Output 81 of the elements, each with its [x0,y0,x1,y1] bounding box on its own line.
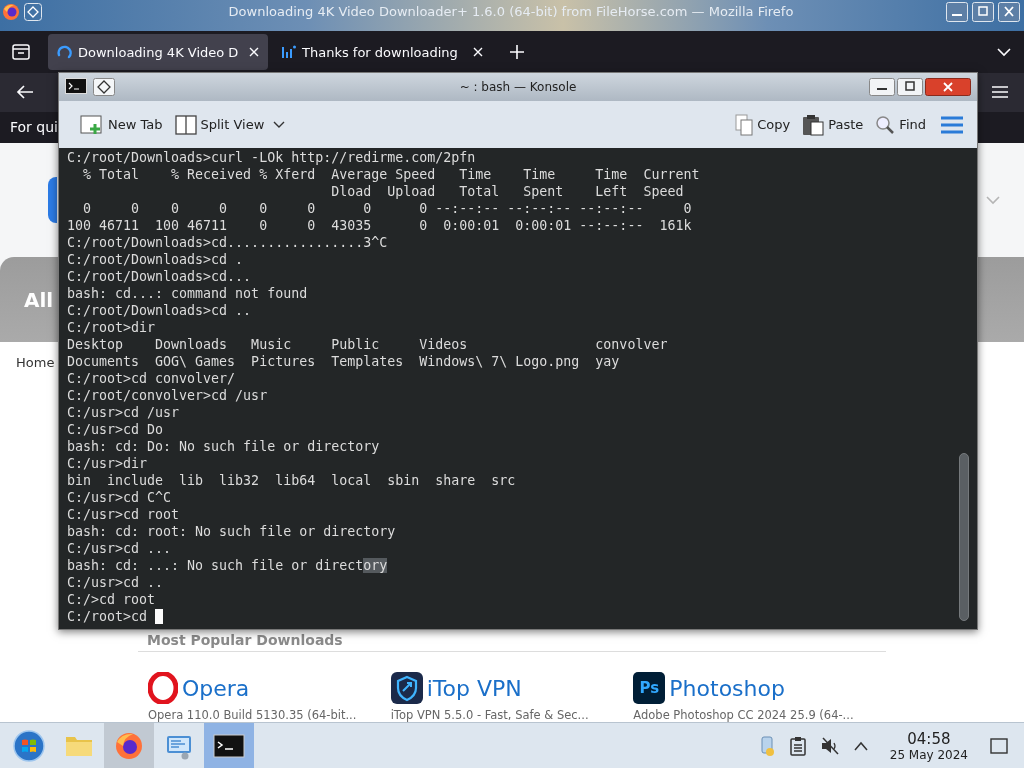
pin-icon[interactable] [93,78,115,96]
clock-date[interactable]: 25 May 2024 [889,747,968,762]
minimize-button[interactable] [869,78,895,96]
window-title: Downloading 4K Video Downloader+ 1.6.0 (64-bit) from FileHorse.com — Mozilla Firefo [227,4,795,20]
clipboard-icon[interactable] [789,735,806,756]
terminal-line: C:/usr>cd .. [67,574,165,591]
terminal-line: C:/root/Downloads>cd . [67,251,245,268]
terminal-line: C:/root/Downloads>curl -LOk http://redirme.com/2pfn [67,149,477,166]
terminal-line: 0 0 0 0 0 0 0 0 --:--:-- --:--:-- --:--:-- 0 [82,200,693,217]
menu-icon[interactable] [992,85,1008,100]
taskbar-button[interactable] [104,723,154,768]
chevron-down-icon[interactable] [273,120,286,129]
toolbar-button[interactable]: Split View [171,110,268,139]
terminal-line: C:/usr>cd /usr [67,404,181,421]
terminal-line: C:/usr>cd root [67,506,181,523]
terminal-line: C:/root/Downloads>cd .. [67,302,253,319]
scrollbar-thumb[interactable] [959,453,969,621]
app-description: Opera 110.0 Build 5130.35 (64-bit... [148,708,358,722]
terminal-line: bash: cd: root: No such file or directory [67,523,397,540]
terminal-line: 100 46711 100 46711 0 0 43035 0 0:00:01 0:00:01 --:--:-- 161k [67,217,693,234]
terminal-line: C:/>cd root [67,591,157,608]
notice-text: For qui [10,119,58,136]
toolbar-button[interactable]: New Tab [77,109,166,140]
terminal-line: C:/usr>cd ... [67,540,173,557]
photoshop-logo[interactable]: Ps [633,672,666,704]
maximize-button[interactable] [897,78,923,96]
terminal-line: C:/root/convolver>cd /usr [67,387,269,404]
toolbar-button[interactable]: Copy [732,109,794,140]
copy-icon [735,113,754,136]
close-button[interactable] [925,78,971,96]
toolbar-button[interactable]: Find [872,110,929,139]
start-orb-icon [13,729,45,762]
window-title: ~ : bash — Konsole [458,80,578,94]
terminal-line: bash: cd: Do: No such file or directory [67,438,381,455]
terminal-line: bash: cd...: command not found [67,285,309,302]
app-link[interactable]: Photoshop [669,675,785,701]
app-link[interactable]: iTop VPN [426,675,522,701]
terminal-icon[interactable] [65,78,87,94]
terminal-line: C:/root>cd [67,608,959,625]
search-icon [875,114,896,135]
opera-logo[interactable] [148,672,178,704]
section-heading: Most Popular Downloads [138,632,886,652]
terminal-line: bin include lib lib32 lib64 local sbin share src [67,472,517,489]
banner-heading: All [24,287,54,312]
terminal-line: C:/root>cd convolver/ [67,370,237,387]
terminal-line: bash: cd: ...: No such file or directory [67,557,389,574]
new-tab-icon[interactable] [510,45,524,60]
paste-icon [802,113,825,136]
chevron-up-icon[interactable] [853,740,868,751]
terminal-line: Dload Upload Total Spent Left Speed [330,183,685,200]
breadcrumb-link[interactable]: Home [16,355,55,370]
app-link[interactable]: Opera [182,675,250,701]
close-icon[interactable] [472,46,484,59]
firefox-icon[interactable] [2,2,20,21]
new-tab-icon [80,113,104,136]
terminal-line: C:/root/Downloads>cd... [67,268,253,285]
close-icon[interactable] [248,46,260,59]
show-desktop-icon[interactable] [990,737,1008,754]
terminal-line: C:/usr>dir [67,455,149,472]
loading-icon [56,44,72,61]
app-description: Adobe Photoshop CC 2024 25.9 (64-... [633,708,855,722]
back-icon[interactable] [16,84,34,101]
app-description: iTop VPN 5.5.0 - Fast, Safe & Sec... [390,708,590,722]
logo-shape[interactable] [48,177,57,223]
terminal-line: C:/usr>cd C^C [67,489,173,506]
tab-list-icon[interactable] [12,44,30,61]
terminal-line: C:/root>dir [67,319,157,336]
terminal-line: C:/usr>cd Do [67,421,165,438]
shield-logo[interactable] [390,672,423,704]
browser-tab[interactable]: Thanks for downloading [272,34,492,71]
toolbar-button[interactable]: Paste [799,109,867,140]
terminal-line: Documents GOG\ Games Pictures Templates Windows\ 7\ Logo.png yay [67,353,621,370]
muted-speaker-icon[interactable] [819,735,840,756]
terminal-line: % Total % Received % Xferd Average Speed Time Time Time Current [82,166,701,183]
terminal-line: Desktop Downloads Music Public Videos convolver [67,336,669,353]
clock-time[interactable]: 04:58 [889,729,968,748]
chart-icon [280,44,296,61]
terminal-line: C:/root/Downloads>cd.................3^C [67,234,389,251]
split-view-icon [174,114,197,135]
taskbar-button[interactable] [204,723,254,768]
browser-tab[interactable]: Downloading 4K Video D [48,34,268,71]
